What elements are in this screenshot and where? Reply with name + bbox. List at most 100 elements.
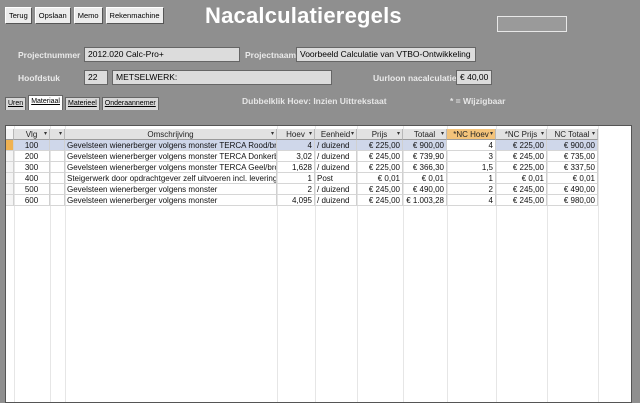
tab-uren[interactable]: Uren [5, 97, 27, 110]
table-row[interactable]: 600 Gevelsteen wienerberger volgens mons… [6, 195, 598, 206]
header-nc-prijs-label: *NC Prijs [504, 130, 538, 139]
title-side-box [497, 16, 567, 32]
sort-arrow-icon[interactable]: ▾ [351, 129, 354, 139]
cell-omschrijving[interactable]: Gevelsteen wienerberger volgens monster … [65, 140, 277, 151]
cell-hoev[interactable]: 4 [277, 140, 315, 151]
sort-arrow-icon[interactable]: ▾ [397, 129, 400, 139]
terug-button[interactable]: Terug [5, 7, 32, 24]
hoofdstuk-number-field[interactable]: 22 [84, 70, 108, 85]
row-selector[interactable] [6, 173, 14, 184]
cell-totaal: € 900,00 [403, 140, 447, 151]
header-nc-totaal[interactable]: NC Totaal ▾ [547, 129, 598, 140]
cell-omschrijving[interactable]: Gevelsteen wienerberger volgens monster [65, 184, 277, 195]
cell-nc-totaal: € 490,00 [547, 184, 598, 195]
projectnaam-field[interactable]: Voorbeeld Calculatie van VTBO-Ontwikkeli… [296, 47, 476, 62]
cell-totaal: € 490,00 [403, 184, 447, 195]
sort-arrow-icon[interactable]: ▾ [592, 129, 595, 139]
projectnaam-label: Projectnaam [245, 50, 297, 60]
header-prijs[interactable]: Prijs ▾ [357, 129, 403, 140]
sort-arrow-icon[interactable]: ▾ [490, 129, 493, 139]
sort-arrow-icon[interactable]: ▾ [44, 129, 47, 139]
header-omschrijving-label: Omschrijving [147, 130, 194, 139]
tab-onderaannemer[interactable]: Onderaannemer [101, 97, 159, 110]
cell-hoev[interactable]: 1,628 [277, 162, 315, 173]
projectnummer-label: Projectnummer [18, 50, 81, 60]
cell-hoev[interactable]: 4,095 [277, 195, 315, 206]
cell-totaal: € 1.003,28 [403, 195, 447, 206]
cell-nc-prijs[interactable]: € 0,01 [496, 173, 547, 184]
cell-nc-prijs[interactable]: € 225,00 [496, 140, 547, 151]
cell-omschrijving[interactable]: Steigerwerk door opdrachtgever zelf uitv… [65, 173, 277, 184]
cell-filter [50, 184, 65, 195]
cell-hoev[interactable]: 3,02 [277, 151, 315, 162]
cell-prijs: € 245,00 [357, 195, 403, 206]
table-row[interactable]: 100 Gevelsteen wienerberger volgens mons… [6, 140, 598, 151]
row-selector[interactable] [6, 162, 14, 173]
cell-nc-prijs[interactable]: € 225,00 [496, 162, 547, 173]
header-vlg[interactable]: Vlg ▾ [14, 129, 50, 140]
cell-filter [50, 173, 65, 184]
memo-button[interactable]: Memo [73, 7, 103, 24]
cell-omschrijving[interactable]: Gevelsteen wienerberger volgens monster … [65, 151, 277, 162]
cell-nc-prijs[interactable]: € 245,00 [496, 151, 547, 162]
cell-prijs: € 225,00 [357, 140, 403, 151]
cell-hoev[interactable]: 1 [277, 173, 315, 184]
cell-eenheid: / duizend [315, 140, 357, 151]
table-row[interactable]: 300 Gevelsteen wienerberger volgens mons… [6, 162, 598, 173]
cell-nc-hoev[interactable]: 3 [447, 151, 496, 162]
table-row[interactable]: 200 Gevelsteen wienerberger volgens mons… [6, 151, 598, 162]
cell-prijs: € 0,01 [357, 173, 403, 184]
cell-nc-hoev[interactable]: 2 [447, 184, 496, 195]
header-vlg-label: Vlg [25, 130, 38, 139]
projectnummer-field[interactable]: 2012.020 Calc-Pro+ [84, 47, 240, 62]
sort-arrow-icon[interactable]: ▾ [59, 129, 62, 139]
cell-filter [50, 195, 65, 206]
cell-eenheid: / duizend [315, 195, 357, 206]
header-nc-hoev-label: *NC Hoev [453, 130, 489, 139]
hoofdstuk-field[interactable]: METSELWERK: [112, 70, 332, 85]
tab-materieel[interactable]: Materieel [64, 97, 100, 110]
row-selector[interactable] [6, 151, 14, 162]
cell-eenheid: / duizend [315, 162, 357, 173]
header-hoev[interactable]: Hoev ▾ [277, 129, 315, 140]
cell-hoev[interactable]: 2 [277, 184, 315, 195]
tab-materiaal[interactable]: Materiaal [28, 95, 63, 110]
sort-arrow-icon[interactable]: ▾ [309, 129, 312, 139]
table-row[interactable]: 400 Steigerwerk door opdrachtgever zelf … [6, 173, 598, 184]
cell-nc-hoev[interactable]: 4 [447, 195, 496, 206]
dubbelklik-hint: Dubbelklik Hoev: Inzien Uittrekstaat [242, 96, 387, 106]
cell-omschrijving[interactable]: Gevelsteen wienerberger volgens monster [65, 195, 277, 206]
header-nc-prijs[interactable]: *NC Prijs ▾ [496, 129, 547, 140]
cell-nc-hoev[interactable]: 1 [447, 173, 496, 184]
header-totaal[interactable]: Totaal ▾ [403, 129, 447, 140]
cell-omschrijving[interactable]: Gevelsteen wienerberger volgens monster … [65, 162, 277, 173]
row-selector[interactable] [6, 195, 14, 206]
row-selector[interactable] [6, 140, 14, 151]
cell-nc-totaal: € 735,00 [547, 151, 598, 162]
cell-vlg: 400 [14, 173, 50, 184]
header-eenheid[interactable]: Eenheid ▾ [315, 129, 357, 140]
row-selector[interactable] [6, 184, 14, 195]
header-nc-hoev[interactable]: *NC Hoev ▾ [447, 129, 496, 140]
cell-vlg: 500 [14, 184, 50, 195]
cell-nc-totaal: € 0,01 [547, 173, 598, 184]
cell-nc-hoev[interactable]: 4 [447, 140, 496, 151]
rekenmachine-button[interactable]: Rekenmachine [105, 7, 164, 24]
sort-arrow-icon[interactable]: ▾ [541, 129, 544, 139]
header-omschrijving[interactable]: Omschrijving ▾ [65, 129, 277, 140]
opslaan-button[interactable]: Opslaan [34, 7, 71, 24]
hoofdstuk-label: Hoofdstuk [18, 73, 61, 83]
table-row[interactable]: 500 Gevelsteen wienerberger volgens mons… [6, 184, 598, 195]
cell-nc-prijs[interactable]: € 245,00 [496, 184, 547, 195]
uurloon-field[interactable]: € 40,00 [456, 70, 492, 85]
cell-nc-totaal: € 980,00 [547, 195, 598, 206]
cell-nc-hoev[interactable]: 1,5 [447, 162, 496, 173]
tab-bar: Uren Materiaal Materieel Onderaannemer [5, 95, 159, 110]
sort-arrow-icon[interactable]: ▾ [271, 129, 274, 139]
select-all-cell[interactable] [6, 129, 14, 140]
cell-nc-prijs[interactable]: € 245,00 [496, 195, 547, 206]
wijzigbaar-hint: * = Wijzigbaar [450, 96, 506, 106]
sort-arrow-icon[interactable]: ▾ [441, 129, 444, 139]
cell-totaal: € 0,01 [403, 173, 447, 184]
header-filter[interactable]: ▾ [50, 129, 65, 140]
